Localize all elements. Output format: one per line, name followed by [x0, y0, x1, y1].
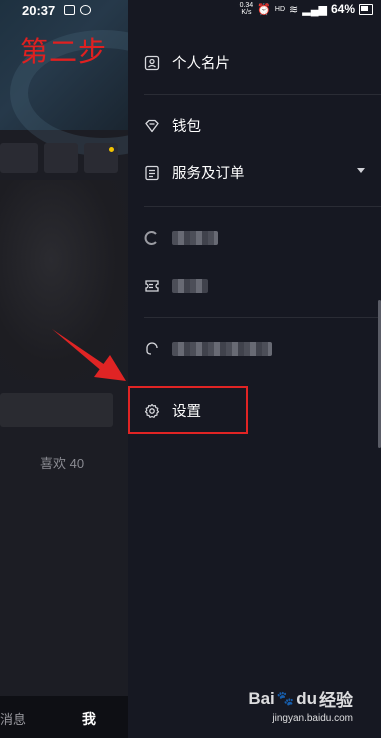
- alarm-icon: ⏰: [257, 3, 271, 16]
- battery-icon: [359, 3, 373, 15]
- blurred-label: [172, 342, 272, 356]
- likes-count[interactable]: 喜欢 40: [40, 453, 84, 472]
- ticket-icon: [145, 279, 159, 292]
- divider: [144, 206, 381, 207]
- nav-messages[interactable]: 消息: [0, 709, 26, 728]
- status-time: 20:37: [22, 3, 56, 18]
- settings-highlight-box: [128, 386, 248, 434]
- drawer-item-tickets[interactable]: [128, 258, 381, 313]
- drawer-item-label: 钱包: [172, 119, 201, 135]
- document-list-icon: [145, 165, 159, 180]
- battery-percent: 64%: [330, 2, 355, 16]
- watermark-url: jingyan.baidu.com: [272, 713, 353, 724]
- blurred-icon: [144, 230, 157, 245]
- drawer-item-services-orders[interactable]: 服务及订单: [128, 145, 381, 200]
- status-bar: 20:37 0.34 K/s ⏰ HD ≋ ▂▄▆ 64%: [0, 0, 381, 22]
- watermark-suffix: 经验: [319, 691, 353, 710]
- profile-bar: [0, 393, 113, 427]
- profile-tags: [0, 143, 118, 173]
- pointer-arrow-icon: [52, 329, 126, 381]
- drawer-item-blurred[interactable]: [128, 210, 381, 265]
- wechat-icon: [80, 5, 91, 15]
- watermark-brand-2: du: [296, 688, 317, 708]
- profile-tag: [44, 143, 78, 173]
- drawer-item-label: 个人名片: [172, 56, 230, 72]
- divider: [144, 317, 381, 318]
- side-drawer: 个人名片 钱包 服务及订单 设置: [128, 0, 381, 738]
- divider: [144, 94, 381, 95]
- blurred-label: [172, 279, 208, 293]
- profile-tag: [0, 143, 38, 173]
- status-right: 0.34 K/s ⏰ HD ≋ ▂▄▆ 64%: [240, 2, 373, 16]
- signal-icon: ▂▄▆: [302, 3, 327, 16]
- hd-indicator: HD: [274, 5, 286, 13]
- drawer-item-business-card[interactable]: 个人名片: [128, 35, 381, 90]
- drawer-item-label: 服务及订单: [172, 166, 245, 182]
- nav-me[interactable]: 我: [82, 709, 96, 729]
- blurred-label: [172, 231, 218, 245]
- headset-icon: [146, 341, 158, 355]
- paw-icon: 🐾: [276, 690, 295, 706]
- step-label: 第二步: [20, 35, 108, 68]
- id-card-icon: [144, 55, 160, 70]
- profile-tag: [84, 143, 118, 173]
- watermark-brand: Bai: [248, 688, 275, 708]
- wifi-icon: ≋: [289, 3, 299, 16]
- baidu-watermark: Bai 🐾 du 经验 jingyan.baidu.com: [248, 686, 353, 725]
- image-icon: [64, 5, 75, 15]
- diamond-wallet-icon: [145, 119, 159, 132]
- drawer-item-support[interactable]: [128, 321, 381, 376]
- network-speed: 0.34 K/s: [239, 2, 254, 16]
- bottom-nav: 消息 我: [0, 696, 128, 738]
- chevron-down-icon[interactable]: [357, 168, 365, 173]
